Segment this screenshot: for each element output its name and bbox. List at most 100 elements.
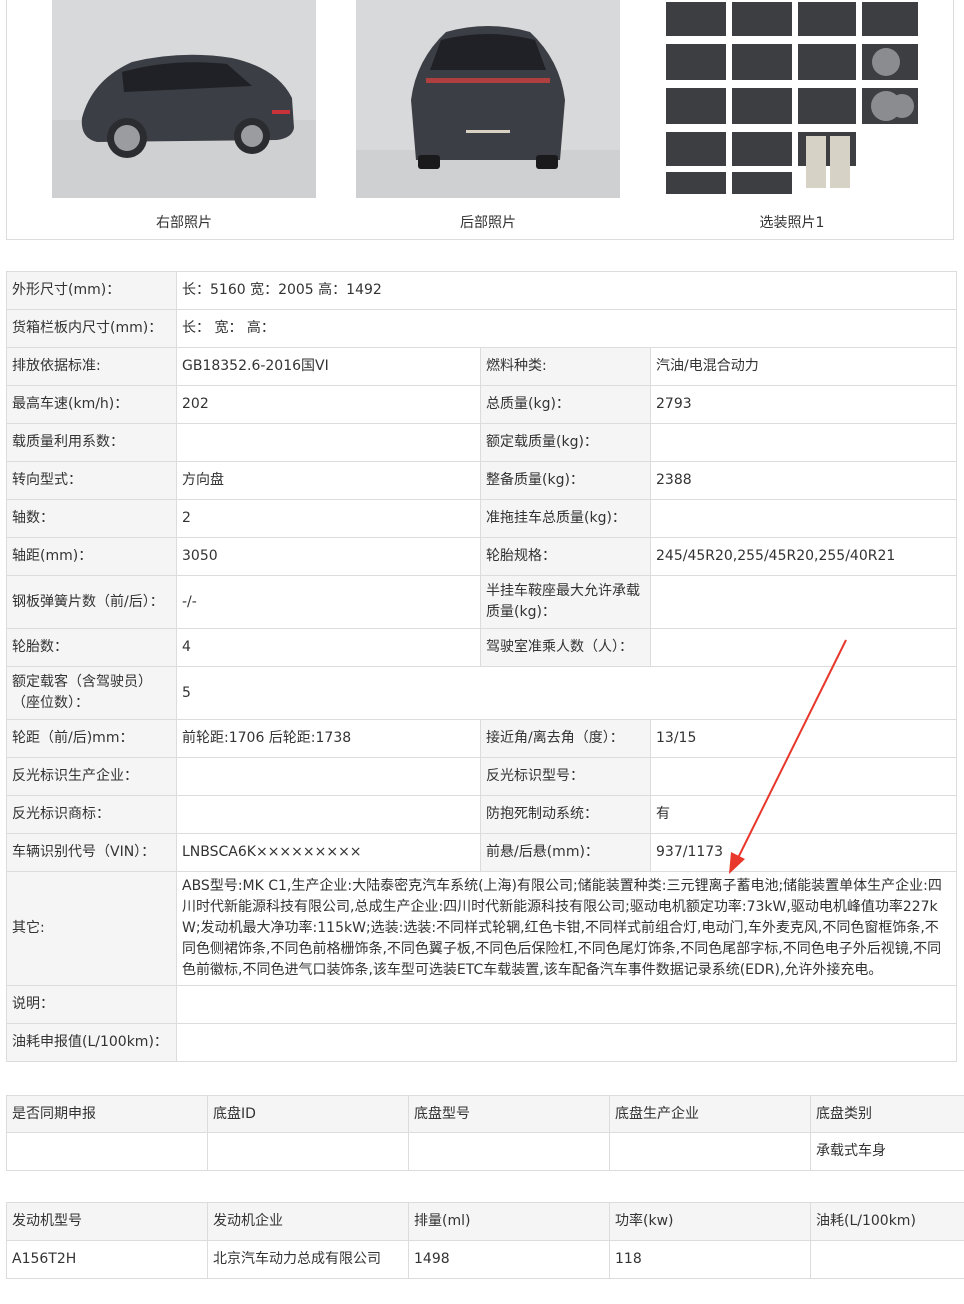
photo-caption: 后部照片 <box>460 215 516 231</box>
spec-other-value: ABS型号:MK C1,生产企业:大陆泰密克汽车系统(上海)有限公司;储能装置种… <box>176 871 957 986</box>
spec-value: 有 <box>650 795 957 834</box>
photo-caption: 右部照片 <box>156 215 212 231</box>
spec-label: 载质量利用系数： <box>6 423 177 462</box>
spec-value: 长： 宽： 高： <box>176 309 957 348</box>
engine-header: 发动机企业 <box>207 1202 409 1241</box>
engine-row: A156T2H 北京汽车动力总成有限公司 1498 118 <box>6 1240 964 1279</box>
spec-row: 说明： <box>6 985 957 1024</box>
spec-row: 反光标识商标： 防抱死制动系统： 有 <box>6 795 957 834</box>
chassis-cell <box>6 1132 208 1171</box>
spec-value: LNBSCA6K××××××××× <box>176 833 481 872</box>
engine-header: 发动机型号 <box>6 1202 208 1241</box>
spec-label: 半挂车鞍座最大允许承载质量(kg)： <box>480 575 651 629</box>
options-collage-photo <box>660 0 924 198</box>
engine-cell: A156T2H <box>6 1240 208 1279</box>
spec-value: 2 <box>176 499 481 538</box>
chassis-header-row: 是否同期申报 底盘ID 底盘型号 底盘生产企业 底盘类别 <box>6 1095 964 1133</box>
chassis-header: 底盘型号 <box>408 1095 610 1133</box>
spec-row: 最高车速(km/h)： 202 总质量(kg)： 2793 <box>6 385 957 424</box>
spec-value <box>650 423 957 462</box>
spec-value: 2388 <box>650 461 957 500</box>
spec-label: 防抱死制动系统： <box>480 795 651 834</box>
chassis-header: 底盘类别 <box>810 1095 964 1133</box>
car-rear-photo <box>356 0 620 198</box>
spec-value: 13/15 <box>650 719 957 758</box>
spec-value: 937/1173 <box>650 833 957 872</box>
photo-right-side[interactable]: 右部照片 <box>52 0 316 231</box>
spec-value: -/- <box>176 575 481 629</box>
spec-value <box>176 985 957 1024</box>
engine-header-row: 发动机型号 发动机企业 排量(ml) 功率(kw) 油耗(L/100km) <box>6 1202 964 1241</box>
chassis-header: 底盘ID <box>207 1095 409 1133</box>
spec-label: 燃料种类: <box>480 347 651 386</box>
spec-value: 前轮距:1706 后轮距:1738 <box>176 719 481 758</box>
spec-value: 245/45R20,255/45R20,255/40R21 <box>650 537 957 576</box>
chassis-header: 是否同期申报 <box>6 1095 208 1133</box>
spec-label: 前悬/后悬(mm)： <box>480 833 651 872</box>
spec-label: 外形尺寸(mm)： <box>6 271 177 310</box>
spec-row: 钢板弹簧片数（前/后）： -/- 半挂车鞍座最大允许承载质量(kg)： <box>6 575 957 629</box>
spec-row: 反光标识生产企业： 反光标识型号： <box>6 757 957 796</box>
engine-header: 油耗(L/100km) <box>810 1202 964 1241</box>
spec-value: 2793 <box>650 385 957 424</box>
spec-label: 反光标识生产企业： <box>6 757 177 796</box>
spec-label: 其它: <box>6 871 177 986</box>
spec-label: 车辆识别代号（VIN）： <box>6 833 177 872</box>
spec-row: 转向型式： 方向盘 整备质量(kg)： 2388 <box>6 461 957 500</box>
spec-label: 驾驶室准乘人数（人）： <box>480 628 651 667</box>
spec-value: 202 <box>176 385 481 424</box>
spec-label: 整备质量(kg)： <box>480 461 651 500</box>
car-side-right-photo <box>52 0 316 198</box>
spec-row: 额定载客（含驾驶员）（座位数）： 5 <box>6 666 957 720</box>
spec-label: 接近角/离去角（度）： <box>480 719 651 758</box>
spec-label: 总质量(kg)： <box>480 385 651 424</box>
engine-table: 发动机型号 发动机企业 排量(ml) 功率(kw) 油耗(L/100km) A1… <box>6 1202 964 1279</box>
spec-label: 轴距(mm)： <box>6 537 177 576</box>
spec-value <box>650 757 957 796</box>
spec-label: 说明： <box>6 985 177 1024</box>
photo-caption: 选装照片1 <box>759 215 825 231</box>
spec-label: 钢板弹簧片数（前/后）： <box>6 575 177 629</box>
spec-label: 轮胎规格： <box>480 537 651 576</box>
chassis-table: 是否同期申报 底盘ID 底盘型号 底盘生产企业 底盘类别 承载式车身 <box>6 1095 964 1171</box>
spec-label: 油耗申报值(L/100km)： <box>6 1023 177 1062</box>
spec-value: 方向盘 <box>176 461 481 500</box>
engine-cell: 1498 <box>408 1240 610 1279</box>
spec-row: 轮距（前/后)mm： 前轮距:1706 后轮距:1738 接近角/离去角（度）：… <box>6 719 957 758</box>
spec-table: 外形尺寸(mm)： 长：5160 宽：2005 高：1492 货箱栏板内尺寸(m… <box>6 271 957 1062</box>
spec-value: GB18352.6-2016国VI <box>176 347 481 386</box>
spec-row: 轴距(mm)： 3050 轮胎规格： 245/45R20,255/45R20,2… <box>6 537 957 576</box>
spec-label: 额定载客（含驾驶员）（座位数）： <box>6 666 177 720</box>
spec-value <box>176 795 481 834</box>
spec-value: 汽油/电混合动力 <box>650 347 957 386</box>
spec-label: 准拖挂车总质量(kg)： <box>480 499 651 538</box>
spec-row: 货箱栏板内尺寸(mm)： 长： 宽： 高： <box>6 309 957 348</box>
spec-value <box>176 423 481 462</box>
spec-value <box>176 1023 957 1062</box>
spec-label: 反光标识商标： <box>6 795 177 834</box>
spec-row: 车辆识别代号（VIN）： LNBSCA6K××××××××× 前悬/后悬(mm)… <box>6 833 957 872</box>
chassis-row: 承载式车身 <box>6 1132 964 1171</box>
spec-value: 4 <box>176 628 481 667</box>
chassis-header: 底盘生产企业 <box>609 1095 811 1133</box>
spec-value <box>650 499 957 538</box>
engine-header: 功率(kw) <box>609 1202 811 1241</box>
spec-label: 排放依据标准: <box>6 347 177 386</box>
spec-label: 轮胎数： <box>6 628 177 667</box>
photo-options-1[interactable]: 选装照片1 <box>660 0 924 231</box>
spec-value <box>176 757 481 796</box>
spec-row: 轮胎数： 4 驾驶室准乘人数（人）： <box>6 628 957 667</box>
chassis-cell: 承载式车身 <box>810 1132 964 1171</box>
photo-rear[interactable]: 后部照片 <box>356 0 620 231</box>
spec-row: 油耗申报值(L/100km)： <box>6 1023 957 1062</box>
spec-label: 额定载质量(kg)： <box>480 423 651 462</box>
spec-row: 外形尺寸(mm)： 长：5160 宽：2005 高：1492 <box>6 271 957 310</box>
spec-label: 轴数： <box>6 499 177 538</box>
spec-label: 转向型式： <box>6 461 177 500</box>
spec-label: 反光标识型号： <box>480 757 651 796</box>
spec-value <box>650 575 957 629</box>
spec-value: 3050 <box>176 537 481 576</box>
chassis-cell <box>609 1132 811 1171</box>
engine-cell <box>810 1240 964 1279</box>
spec-row: 载质量利用系数： 额定载质量(kg)： <box>6 423 957 462</box>
